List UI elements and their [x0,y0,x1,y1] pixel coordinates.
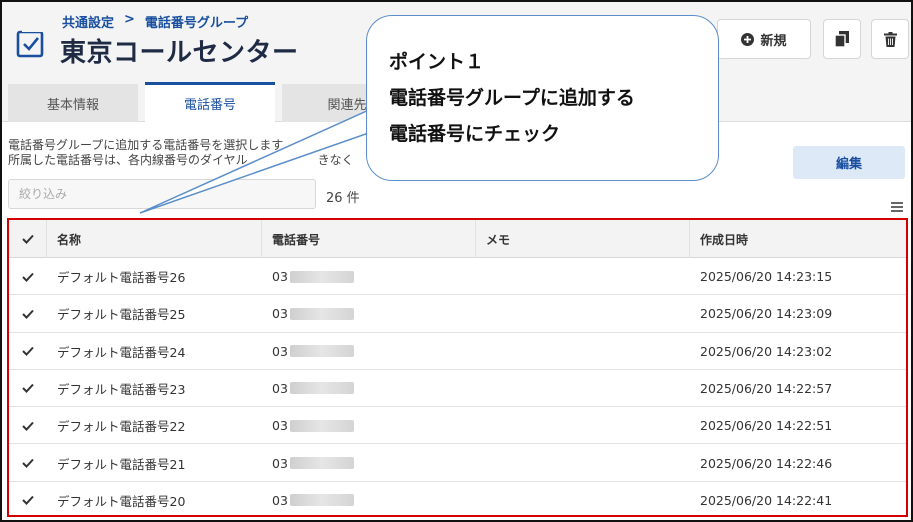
check-icon [22,496,34,506]
page-title: 東京コールセンター [60,38,299,68]
row-name: デフォルト電話番号21 [57,456,186,472]
row-memo [476,370,690,407]
redacted-phone-mask [289,494,354,507]
row-created: 2025/06/20 14:23:09 [700,306,833,322]
row-phone-prefix: 03 [272,492,288,508]
row-checkbox[interactable] [9,295,47,332]
row-phone: 03 [262,295,476,332]
row-memo [476,295,690,332]
row-name: デフォルト電話番号23 [57,381,186,397]
tab-phone-numbers[interactable]: 電話番号 [145,82,275,122]
row-phone-prefix: 03 [272,455,288,471]
breadcrumb-item-phone-group[interactable]: 電話番号グループ [145,12,248,31]
row-name: デフォルト電話番号26 [57,270,186,285]
row-memo [476,407,690,444]
redacted-phone-mask [289,345,354,358]
description-text: 電話番号グループに追加する電話番号を選択します 所属した電話番号は、各内線番号の… [8,138,354,168]
table-row[interactable]: デフォルト電話番号24 03 2025/06/20 14:23:02 [9,332,906,370]
table-header: 名称 電話番号 メモ 作成日時 [9,220,906,258]
row-memo [476,482,690,515]
redacted-phone-mask [289,457,354,469]
row-created: 2025/06/20 14:22:51 [700,418,833,434]
row-created: 2025/06/20 14:22:41 [700,492,833,508]
check-icon [22,346,34,357]
plus-circle-icon [741,32,755,46]
row-checkbox[interactable] [9,333,47,370]
table-row[interactable]: デフォルト電話番号22 03 2025/06/20 14:22:51 [9,407,906,445]
checkbox-square-icon [16,28,44,58]
row-phone: 03 [262,445,476,482]
description-line-1: 電話番号グループに追加する電話番号を選択します [8,138,284,152]
row-created: 2025/06/20 14:22:57 [700,380,833,396]
table-row[interactable]: デフォルト電話番号25 03 2025/06/20 14:23:09 [9,295,906,333]
check-icon [21,234,34,244]
row-checkbox[interactable] [9,445,47,482]
row-phone-prefix: 03 [272,306,288,322]
row-name: デフォルト電話番号20 [57,493,186,509]
copy-icon [835,31,849,47]
row-phone: 03 [262,407,476,444]
check-icon [22,272,34,282]
filter-input[interactable] [8,179,316,209]
row-created: 2025/06/20 14:23:15 [700,269,833,284]
redacted-phone-mask [289,270,354,283]
check-icon [22,384,34,394]
column-header-created[interactable]: 作成日時 [690,220,906,258]
row-checkbox[interactable] [9,407,47,444]
row-phone-prefix: 03 [272,418,288,434]
new-button[interactable]: 新規 [717,19,811,59]
row-checkbox[interactable] [9,482,47,515]
redacted-phone-mask [289,382,354,395]
check-icon [22,309,34,319]
new-button-label: 新規 [760,33,787,49]
copy-button[interactable] [823,19,861,59]
row-memo [476,258,690,295]
trash-icon [883,31,897,47]
edit-button[interactable]: 編集 [793,146,905,179]
row-phone: 03 [262,333,476,370]
redacted-phone-mask [289,307,354,320]
row-phone-prefix: 03 [272,343,288,359]
callout-line-2: 電話番号グループに追加する [389,87,635,109]
hamburger-menu-icon[interactable] [891,201,903,213]
column-header-name[interactable]: 名称 [47,220,262,258]
row-phone: 03 [262,258,476,295]
tab-basic-info[interactable]: 基本情報 [8,84,138,122]
row-name: デフォルト電話番号24 [57,344,186,360]
row-phone-prefix: 03 [272,269,288,284]
row-name: デフォルト電話番号22 [57,419,186,435]
check-icon [22,458,34,468]
row-phone: 03 [262,370,476,407]
row-created: 2025/06/20 14:23:02 [700,343,833,359]
breadcrumb-item-common-settings[interactable]: 共通設定 [62,12,114,31]
description-line-2: 所属した電話番号は、各内線番号のダイヤル きなく [8,153,354,168]
delete-button[interactable] [871,19,909,59]
callout-line-1: ポイント１ [389,51,485,73]
row-created: 2025/06/20 14:22:46 [700,455,833,471]
description-line-2-head: 所属した電話番号は、各内線番号のダイヤル [8,153,248,167]
row-checkbox[interactable] [9,370,47,407]
redacted-phone-mask [289,419,354,432]
column-header-memo[interactable]: メモ [476,220,690,258]
row-phone: 03 [262,482,476,515]
result-count: 26 件 [326,191,360,206]
table-row[interactable]: デフォルト電話番号21 03 2025/06/20 14:22:46 [9,444,906,482]
row-name: デフォルト電話番号25 [57,307,186,323]
callout-line-3: 電話番号にチェック [389,123,561,145]
table-row[interactable]: デフォルト電話番号20 03 2025/06/20 14:22:41 [9,481,906,515]
table-row[interactable]: デフォルト電話番号23 03 2025/06/20 14:22:57 [9,369,906,408]
row-checkbox[interactable] [9,258,47,295]
column-header-phone[interactable]: 電話番号 [262,220,476,258]
row-phone-prefix: 03 [272,380,288,396]
check-icon [22,421,34,431]
table-row[interactable]: デフォルト電話番号26 03 2025/06/20 14:23:15 [9,258,906,296]
row-memo [476,333,690,370]
description-line-2-tail: きなく [317,153,354,167]
phone-number-table: 名称 電話番号 メモ 作成日時 デフォルト電話番号26 03 2025/06/20 … [7,218,908,517]
callout-annotation: ポイント１ 電話番号グループに追加する 電話番号にチェック [366,15,719,181]
row-memo [476,445,690,482]
breadcrumb-separator: > [124,12,135,27]
select-all-checkbox[interactable] [9,220,47,258]
breadcrumb: 共通設定 > 電話番号グループ [62,12,248,31]
